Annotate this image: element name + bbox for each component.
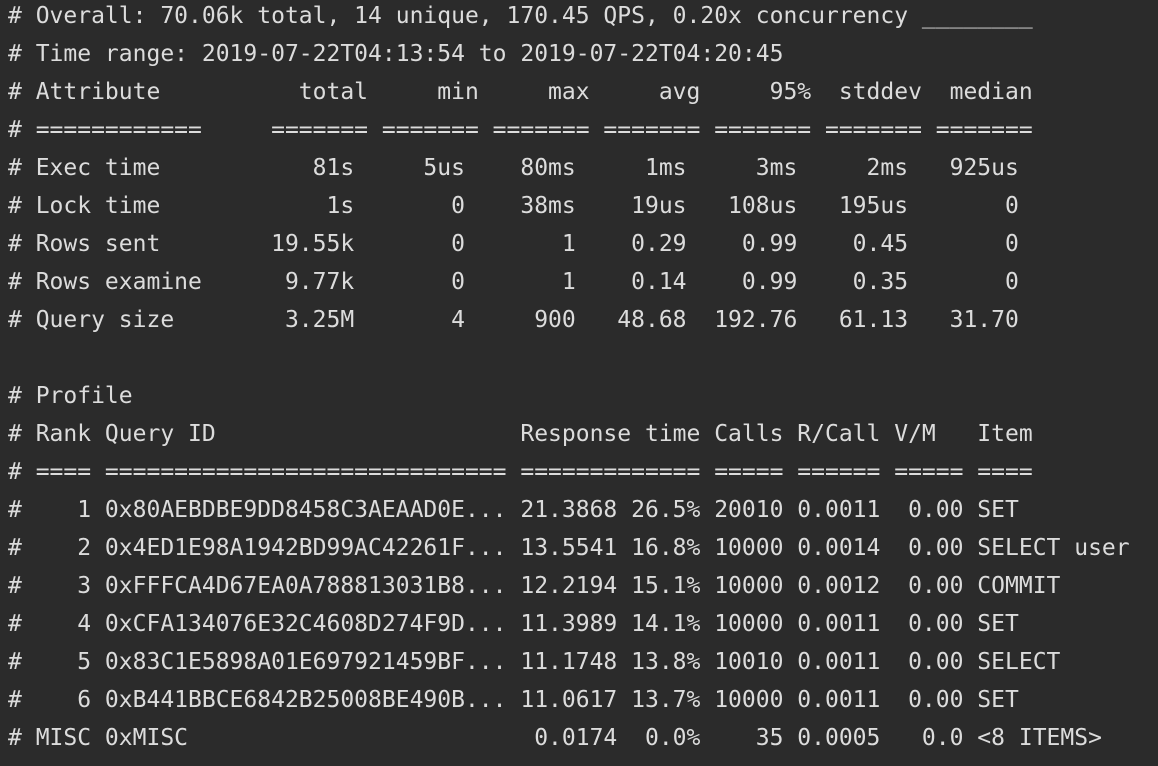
profile-row-5: # 5 0x83C1E5898A01E697921459BF... 11.174… bbox=[8, 649, 1061, 675]
profile-row-2: # 2 0x4ED1E98A1942BD99AC42261F... 13.554… bbox=[8, 535, 1130, 561]
rows-sent-row: # Rows sent 19.55k 0 1 0.29 0.99 0.45 0 bbox=[8, 231, 1019, 257]
query-size-row: # Query size 3.25M 4 900 48.68 192.76 61… bbox=[8, 307, 1019, 333]
rows-examine-row: # Rows examine 9.77k 0 1 0.14 0.99 0.35 … bbox=[8, 269, 1019, 295]
profile-row-3: # 3 0xFFFCA4D67EA0A788813031B8... 12.219… bbox=[8, 573, 1061, 599]
terminal-output: # Overall: 70.06k total, 14 unique, 170.… bbox=[0, 0, 1158, 763]
profile-separator-line: # ==== ============================= ===… bbox=[8, 459, 1033, 485]
attribute-header-line: # Attribute total min max avg 95% stddev… bbox=[8, 79, 1033, 105]
profile-row-misc: # MISC 0xMISC 0.0174 0.0% 35 0.0005 0.0 … bbox=[8, 725, 1102, 751]
profile-row-6: # 6 0xB441BBCE6842B25008BE490B... 11.061… bbox=[8, 687, 1019, 713]
overall-summary-line: # Overall: 70.06k total, 14 unique, 170.… bbox=[8, 3, 1033, 29]
time-range-line: # Time range: 2019-07-22T04:13:54 to 201… bbox=[8, 41, 784, 67]
attribute-separator-line: # ============ ======= ======= ======= =… bbox=[8, 117, 1033, 143]
profile-heading-line: # Profile bbox=[8, 383, 133, 409]
profile-header-line: # Rank Query ID Response time Calls R/Ca… bbox=[8, 421, 1033, 447]
lock-time-row: # Lock time 1s 0 38ms 19us 108us 195us 0 bbox=[8, 193, 1019, 219]
exec-time-row: # Exec time 81s 5us 80ms 1ms 3ms 2ms 925… bbox=[8, 155, 1019, 181]
profile-row-1: # 1 0x80AEBDBE9DD8458C3AEAAD0E... 21.386… bbox=[8, 497, 1019, 523]
profile-row-4: # 4 0xCFA134076E32C4608D274F9D... 11.398… bbox=[8, 611, 1019, 637]
